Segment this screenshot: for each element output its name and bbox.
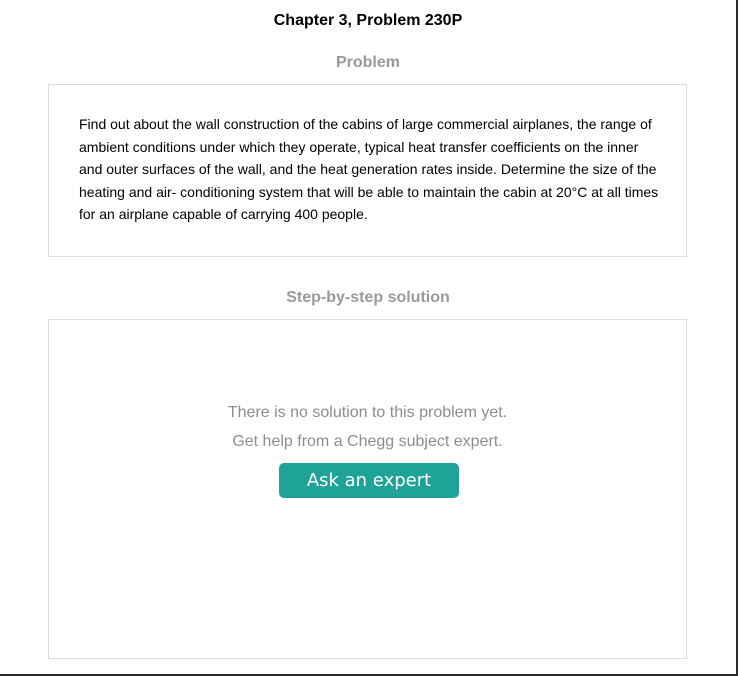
no-solution-message: There is no solution to this problem yet… (49, 398, 686, 456)
ask-expert-button[interactable]: Ask an expert (279, 463, 459, 498)
page-title: Chapter 3, Problem 230P (273, 12, 463, 29)
problem-heading: Problem (335, 54, 400, 71)
no-solution-line: There is no solution to this problem yet… (227, 404, 508, 421)
solution-box: There is no solution to this problem yet… (48, 319, 687, 659)
solution-heading: Step-by-step solution (286, 289, 450, 306)
expert-help-line: Get help from a Chegg subject expert. (232, 433, 503, 450)
problem-box: Find out about the wall construction of … (48, 84, 687, 257)
problem-text: Find out about the wall construction of … (79, 116, 659, 222)
